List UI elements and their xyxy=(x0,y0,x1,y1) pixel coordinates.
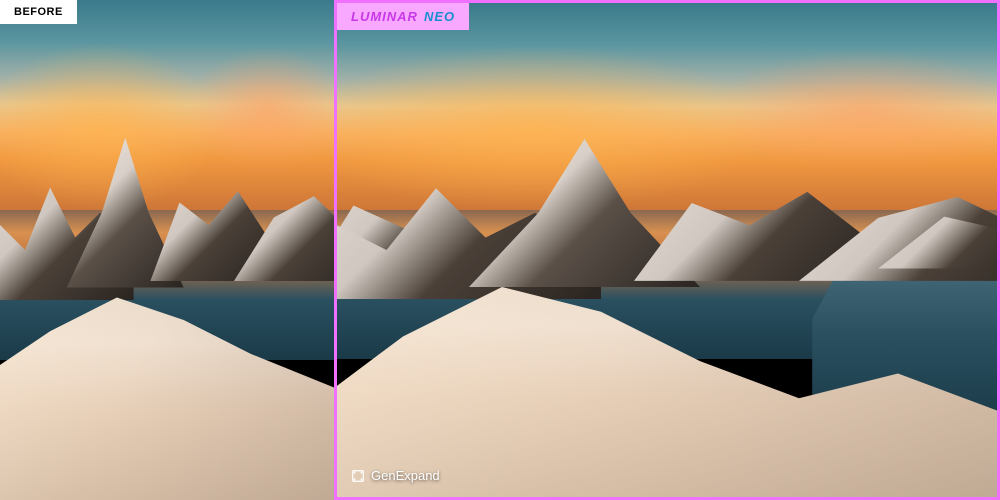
brand-badge: LUMINAR NEO xyxy=(337,3,469,30)
before-scene xyxy=(0,0,334,500)
brand-word-neo: NEO xyxy=(424,9,455,24)
after-scene xyxy=(337,3,997,497)
mountain-range xyxy=(0,150,334,275)
feature-label: GenExpand xyxy=(351,468,440,483)
before-image-panel: BEFORE xyxy=(0,0,334,500)
after-image-panel: LUMINAR NEO GenExpand xyxy=(334,0,1000,500)
expand-icon xyxy=(351,469,365,483)
mountain-range xyxy=(337,151,997,275)
feature-name-text: GenExpand xyxy=(371,468,440,483)
before-label: BEFORE xyxy=(0,0,77,24)
brand-word-luminar: LUMINAR xyxy=(351,9,418,24)
